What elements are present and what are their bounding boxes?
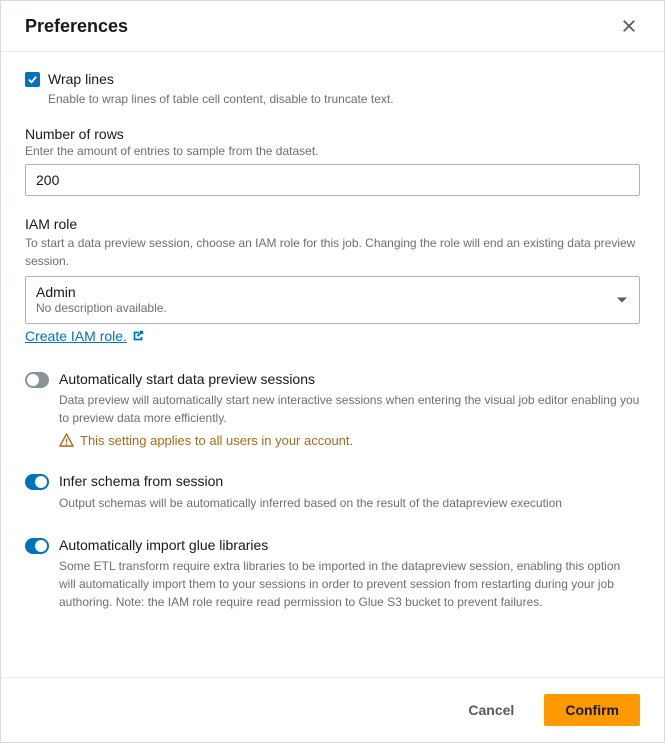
iam-role-select[interactable]: Admin No description available. (25, 276, 640, 324)
wrap-lines-field: Wrap lines Enable to wrap lines of table… (25, 70, 640, 106)
warning-icon (59, 433, 74, 448)
external-link-icon (131, 329, 145, 343)
auto-start-desc: Data preview will automatically start ne… (59, 391, 640, 427)
iam-role-label: IAM role (25, 216, 640, 232)
auto-start-toggle[interactable] (25, 372, 49, 388)
wrap-lines-desc: Enable to wrap lines of table cell conte… (48, 92, 394, 106)
auto-import-desc: Some ETL transform require extra librari… (59, 557, 640, 611)
auto-import-title: Automatically import glue libraries (59, 536, 640, 556)
iam-role-field: IAM role To start a data preview session… (25, 216, 640, 346)
modal-body: Wrap lines Enable to wrap lines of table… (1, 52, 664, 677)
num-rows-label: Number of rows (25, 126, 640, 142)
confirm-button[interactable]: Confirm (544, 694, 640, 726)
num-rows-hint: Enter the amount of entries to sample fr… (25, 144, 640, 158)
infer-schema-desc: Output schemas will be automatically inf… (59, 494, 640, 512)
auto-import-toggle[interactable] (25, 538, 49, 554)
infer-schema-toggle[interactable] (25, 474, 49, 490)
wrap-lines-checkbox[interactable] (25, 72, 40, 87)
infer-schema-row: Infer schema from session Output schemas… (25, 472, 640, 512)
modal-header: Preferences (1, 1, 664, 52)
modal-footer: Cancel Confirm (1, 677, 664, 742)
close-icon (622, 19, 636, 33)
cancel-button[interactable]: Cancel (448, 694, 534, 726)
check-icon (27, 74, 38, 85)
create-iam-role-label: Create IAM role. (25, 328, 127, 344)
auto-start-warning: This setting applies to all users in you… (59, 433, 640, 448)
iam-role-hint: To start a data preview session, choose … (25, 234, 640, 270)
create-iam-role-link[interactable]: Create IAM role. (25, 328, 145, 344)
infer-schema-title: Infer schema from session (59, 472, 640, 492)
iam-role-selected: Admin (36, 284, 605, 300)
num-rows-field: Number of rows Enter the amount of entri… (25, 126, 640, 196)
auto-import-row: Automatically import glue libraries Some… (25, 536, 640, 612)
auto-start-title: Automatically start data preview session… (59, 370, 640, 390)
auto-start-warning-text: This setting applies to all users in you… (80, 433, 353, 448)
iam-role-selected-desc: No description available. (36, 301, 605, 315)
num-rows-input[interactable] (25, 164, 640, 196)
preferences-modal: Preferences Wrap lines Enable to wrap li… (0, 0, 665, 743)
wrap-lines-label: Wrap lines (48, 70, 394, 90)
close-button[interactable] (618, 15, 640, 37)
auto-start-row: Automatically start data preview session… (25, 370, 640, 449)
modal-title: Preferences (25, 16, 128, 37)
